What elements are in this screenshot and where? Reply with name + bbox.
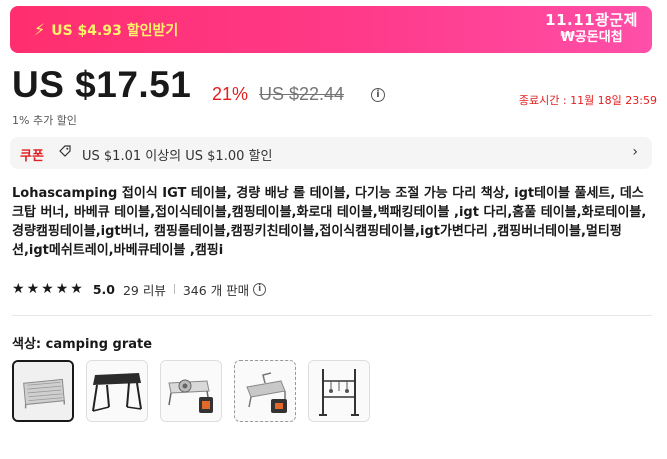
event-line1: 11.11광군제 xyxy=(545,11,638,29)
variant-selected: : camping grate xyxy=(35,337,153,352)
coupon-claim-text: US $4.93 할인받기 xyxy=(51,23,179,39)
review-count[interactable]: 29 리뷰 xyxy=(123,280,166,299)
coupon-claim[interactable]: ⚡ US $4.93 할인받기 xyxy=(34,20,178,40)
divider xyxy=(12,315,652,316)
variant-option-roll-table[interactable] xyxy=(234,360,296,422)
star-rating: ★ ★ ★ ★ ★ xyxy=(12,281,83,297)
variant-option-table[interactable] xyxy=(86,360,148,422)
original-price: US $22.44 xyxy=(259,84,345,104)
sold-count: 346 개 판매 xyxy=(182,282,250,298)
rating-row[interactable]: ★ ★ ★ ★ ★ 5.0 29 리뷰 346 개 판매 i xyxy=(12,280,267,299)
info-icon[interactable]: i xyxy=(253,282,267,296)
chevron-right-icon[interactable]: › xyxy=(632,144,638,160)
variant-label-name: 색상 xyxy=(12,337,36,352)
sale-end-time: 종료시간 : 11월 18일 23:59 xyxy=(518,94,657,107)
coupon-ticket-icon xyxy=(59,145,71,157)
lightning-icon: ⚡ xyxy=(34,20,46,39)
separator xyxy=(173,284,175,294)
current-price: US $17.51 xyxy=(12,64,192,105)
rating-score: 5.0 xyxy=(92,281,115,297)
promo-banner[interactable]: ⚡ US $4.93 할인받기 11.11광군제 ₩공돈대첩 xyxy=(10,6,652,53)
roll-table-image xyxy=(235,361,295,421)
coupon-bar[interactable]: 쿠폰 US $1.01 이상의 US $1.00 할인 › xyxy=(10,137,652,169)
coupon-text: US $1.01 이상의 US $1.00 할인 xyxy=(82,149,273,164)
discount-percent: 21% xyxy=(212,84,249,104)
variant-option-camping-grate[interactable] xyxy=(12,360,74,422)
star-icon: ★ xyxy=(70,281,83,297)
rack-image xyxy=(309,361,369,421)
info-icon[interactable]: i xyxy=(371,88,385,102)
coupon-tag: 쿠폰 xyxy=(20,149,44,164)
star-icon: ★ xyxy=(41,281,54,297)
variant-option-hanging-rack[interactable] xyxy=(308,360,370,422)
variant-options xyxy=(12,360,370,422)
burner-image xyxy=(161,361,221,421)
product-title: Lohascamping 접이식 IGT 테이블, 경량 배낭 롤 테이블, 다… xyxy=(12,186,647,258)
star-icon: ★ xyxy=(12,281,25,297)
table-image xyxy=(87,361,147,421)
variant-label: 색상: camping grate xyxy=(12,333,152,352)
grate-image xyxy=(14,362,72,420)
event-line2: ₩공돈대첩 xyxy=(560,30,623,45)
star-icon: ★ xyxy=(55,281,69,297)
event-logo: 11.11광군제 ₩공돈대첩 xyxy=(545,12,638,46)
price-section: US $17.51 21% US $22.44 i 종료시간 : 11월 18일… xyxy=(12,64,657,112)
extra-discount: 1% 추가 할인 xyxy=(12,114,77,127)
star-icon: ★ xyxy=(26,281,40,297)
variant-option-burner-set[interactable] xyxy=(160,360,222,422)
